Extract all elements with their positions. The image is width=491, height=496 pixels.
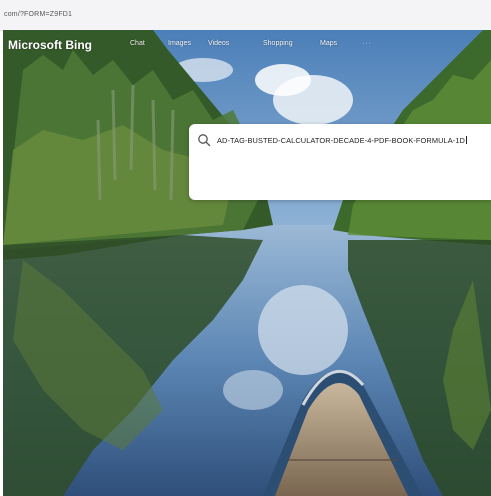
text-caret xyxy=(465,136,467,144)
nav-maps[interactable]: Maps xyxy=(320,40,337,47)
nav-shopping[interactable]: Shopping xyxy=(263,40,293,47)
nav-videos[interactable]: Videos xyxy=(208,40,229,47)
background-photo xyxy=(3,30,491,496)
nav-more-menu[interactable]: ··· xyxy=(362,40,372,47)
search-query-text: AD-TAG-BUSTED-CALCULATOR-DECADE-4-PDF-BO… xyxy=(217,136,465,145)
search-input[interactable]: AD-TAG-BUSTED-CALCULATOR-DECADE-4-PDF-BO… xyxy=(217,136,485,147)
search-box[interactable]: AD-TAG-BUSTED-CALCULATOR-DECADE-4-PDF-BO… xyxy=(189,124,491,200)
address-bar[interactable]: com/?FORM=Z9FD1 xyxy=(0,0,491,31)
nav-images[interactable]: Images xyxy=(168,40,191,47)
bing-logo[interactable]: Microsoft Bing xyxy=(8,38,92,52)
url-text[interactable]: com/?FORM=Z9FD1 xyxy=(4,11,72,18)
search-icon[interactable] xyxy=(197,133,211,147)
bing-homepage: com/?FORM=Z9FD1 Microsoft Bing Chat Imag… xyxy=(0,0,491,496)
nav-chat[interactable]: Chat xyxy=(130,40,145,47)
